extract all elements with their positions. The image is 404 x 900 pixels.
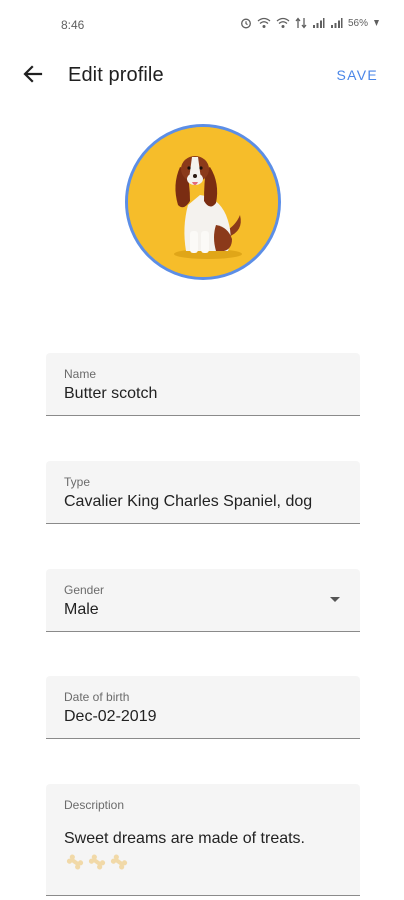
mobile-data-icon: [295, 17, 307, 29]
battery-percent: 56%: [347, 17, 368, 29]
signal-icon: [312, 17, 325, 29]
battery-icon: [373, 17, 380, 29]
pet-avatar[interactable]: [125, 124, 281, 280]
dog-photo: [128, 127, 278, 277]
type-input[interactable]: Cavalier King Charles Spaniel, dog: [64, 493, 312, 511]
app-bar: Edit profile SAVE: [0, 52, 404, 100]
wifi-calling-icon: [276, 17, 290, 29]
dropdown-arrow-icon[interactable]: [330, 597, 340, 602]
description-input[interactable]: Sweet dreams are made of treats.: [64, 828, 354, 879]
gender-select[interactable]: Gender Male: [46, 569, 360, 632]
bone-emoji: [64, 852, 354, 879]
type-field[interactable]: Type Cavalier King Charles Spaniel, dog: [46, 461, 360, 524]
type-label: Type: [64, 475, 91, 489]
back-button[interactable]: [18, 62, 48, 90]
gender-value: Male: [64, 601, 99, 618]
save-button[interactable]: SAVE: [336, 67, 378, 83]
description-label: Description: [64, 798, 125, 812]
name-field[interactable]: Name Butter scotch: [46, 353, 360, 416]
status-time: 8:46: [61, 18, 85, 32]
wifi-calling-icon: [257, 17, 271, 29]
alarm-icon: [240, 17, 252, 29]
name-label: Name: [64, 367, 97, 381]
date-of-birth-label: Date of birth: [64, 690, 130, 704]
date-of-birth-input[interactable]: Dec-02-2019: [64, 708, 157, 726]
signal-icon: [330, 17, 343, 29]
description-field[interactable]: Description Sweet dreams are made of tre…: [46, 784, 360, 896]
gender-label: Gender: [64, 583, 105, 597]
arrow-left-icon: [21, 62, 45, 91]
status-icons: 56%: [240, 17, 380, 29]
page-title: Edit profile: [68, 64, 164, 86]
status-bar: 8:46 56%: [0, 0, 404, 48]
name-input[interactable]: Butter scotch: [64, 385, 157, 403]
date-of-birth-field[interactable]: Date of birth Dec-02-2019: [46, 676, 360, 739]
description-text: Sweet dreams are made of treats.: [64, 830, 305, 847]
